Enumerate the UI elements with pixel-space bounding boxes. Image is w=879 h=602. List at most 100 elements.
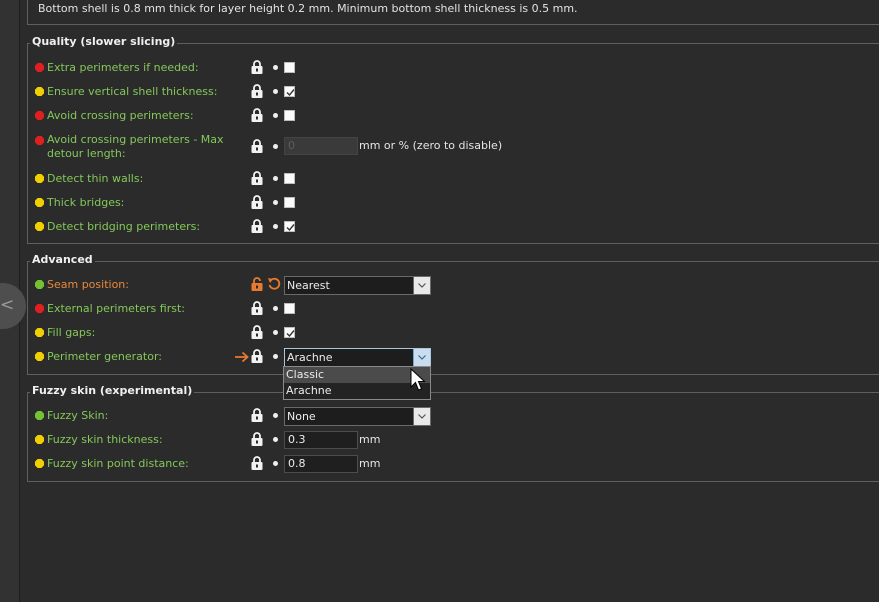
fuzzy-point-distance-unit: mm <box>359 457 381 470</box>
lock-icon[interactable] <box>251 139 263 153</box>
lock-icon[interactable] <box>251 432 263 446</box>
fill-gaps-checkbox[interactable] <box>284 327 295 338</box>
perimeter-generator-select[interactable]: Arachne <box>284 348 431 367</box>
sidebar-collapse-button[interactable]: < <box>0 283 26 329</box>
setting-label: Ensure vertical shell thickness: <box>47 85 218 98</box>
setting-label: Detect bridging perimeters: <box>47 220 201 233</box>
setting-label: Seam position: <box>47 278 129 291</box>
lock-icon[interactable] <box>251 84 263 98</box>
external-perimeters-first-checkbox[interactable] <box>284 303 295 314</box>
lock-icon[interactable] <box>251 408 263 422</box>
system-value-dot-icon[interactable] <box>273 144 278 149</box>
system-value-dot-icon[interactable] <box>273 224 278 229</box>
checkmark-icon <box>286 224 295 232</box>
yellow-dot-icon <box>35 328 44 337</box>
quality-group: Quality (slower slicing) Extra perimeter… <box>27 35 879 244</box>
lock-icon[interactable] <box>251 325 263 339</box>
green-dot-icon <box>35 280 44 289</box>
fuzzy-point-distance-input[interactable]: 0.8 <box>284 455 358 473</box>
lock-icon[interactable] <box>251 219 263 233</box>
extra-perimeters-checkbox[interactable] <box>284 62 295 73</box>
thick-bridges-checkbox[interactable] <box>284 197 295 208</box>
setting-row-fuzzy-thickness: Fuzzy skin thickness: 0.3 mm <box>28 430 879 450</box>
setting-label: Fuzzy skin thickness: <box>47 433 163 446</box>
setting-label: Detect thin walls: <box>47 172 144 185</box>
setting-label: Perimeter generator: <box>47 350 163 363</box>
setting-label: Avoid crossing perimeters: <box>47 109 194 122</box>
lock-icon[interactable] <box>251 301 263 315</box>
max-detour-input[interactable]: 0 <box>284 137 358 155</box>
setting-label: Fuzzy skin point distance: <box>47 457 189 470</box>
system-value-dot-icon[interactable] <box>273 306 278 311</box>
system-value-dot-icon[interactable] <box>273 176 278 181</box>
setting-label: Fuzzy Skin: <box>47 409 109 422</box>
setting-row-ensure-vertical-shell: Ensure vertical shell thickness: <box>28 83 879 103</box>
checkmark-icon <box>286 89 295 97</box>
system-value-dot-icon[interactable] <box>273 89 278 94</box>
yellow-dot-icon <box>35 459 44 468</box>
dropdown-option-classic[interactable]: Classic <box>284 367 430 383</box>
chevron-down-icon[interactable] <box>413 408 430 425</box>
red-dot-icon <box>35 111 44 120</box>
system-value-dot-icon[interactable] <box>273 437 278 442</box>
fuzzy-skin-select[interactable]: None <box>284 407 431 426</box>
undo-icon[interactable] <box>267 277 281 291</box>
chevron-down-icon[interactable] <box>413 349 430 366</box>
yellow-dot-icon <box>35 435 44 444</box>
system-value-dot-icon[interactable] <box>273 200 278 205</box>
checkmark-icon <box>286 330 295 338</box>
dropdown-option-arachne[interactable]: Arachne <box>284 383 430 399</box>
unlock-icon[interactable] <box>251 277 263 291</box>
chevron-left-icon: < <box>0 295 15 315</box>
advanced-group: Advanced Seam position: Nearest External… <box>27 253 879 375</box>
thin-walls-checkbox[interactable] <box>284 173 295 184</box>
setting-row-seam-position: Seam position: Nearest <box>28 275 879 295</box>
bridging-perimeters-checkbox[interactable] <box>284 221 295 232</box>
lock-icon[interactable] <box>251 456 263 470</box>
fuzzy-skin-value: None <box>287 410 316 423</box>
setting-row-perimeter-generator: Perimeter generator: Arachne <box>28 348 879 368</box>
lock-icon[interactable] <box>251 108 263 122</box>
setting-label-line1: Avoid crossing perimeters - Max <box>47 133 224 146</box>
seam-position-value: Nearest <box>287 279 330 292</box>
lock-icon[interactable] <box>251 171 263 185</box>
lock-icon[interactable] <box>251 349 263 363</box>
system-value-dot-icon[interactable] <box>273 113 278 118</box>
seam-position-select[interactable]: Nearest <box>284 276 431 295</box>
setting-row-thin-walls: Detect thin walls: <box>28 170 879 190</box>
system-value-dot-icon[interactable] <box>273 354 278 359</box>
ensure-vertical-shell-checkbox[interactable] <box>284 86 295 97</box>
setting-label: Fill gaps: <box>47 326 96 339</box>
yellow-dot-icon <box>35 222 44 231</box>
setting-row-extra-perimeters: Extra perimeters if needed: <box>28 59 879 79</box>
fuzzy-skin-group-title: Fuzzy skin (experimental) <box>30 384 195 397</box>
setting-row-external-perimeters-first: External perimeters first: <box>28 300 879 320</box>
green-dot-icon <box>35 411 44 420</box>
yellow-dot-icon <box>35 87 44 96</box>
setting-row-fuzzy-point-distance: Fuzzy skin point distance: 0.8 mm <box>28 454 879 474</box>
chevron-down-icon[interactable] <box>413 277 430 294</box>
yellow-dot-icon <box>35 174 44 183</box>
system-value-dot-icon[interactable] <box>273 413 278 418</box>
system-value-dot-icon[interactable] <box>273 65 278 70</box>
yellow-dot-icon <box>35 352 44 361</box>
setting-row-bridging-perimeters: Detect bridging perimeters: <box>28 218 879 238</box>
lock-icon[interactable] <box>251 60 263 74</box>
quality-group-title: Quality (slower slicing) <box>30 35 178 48</box>
perimeter-generator-value: Arachne <box>287 351 333 364</box>
system-value-dot-icon[interactable] <box>273 461 278 466</box>
red-dot-icon <box>35 304 44 313</box>
setting-row-max-detour: Avoid crossing perimeters - Max detour l… <box>28 131 879 165</box>
advanced-group-title: Advanced <box>30 253 95 266</box>
bottom-shell-note: Bottom shell is 0.8 mm thick for layer h… <box>38 2 578 15</box>
setting-label: Extra perimeters if needed: <box>47 61 199 74</box>
lock-icon[interactable] <box>251 195 263 209</box>
avoid-crossing-checkbox[interactable] <box>284 110 295 121</box>
fuzzy-thickness-unit: mm <box>359 433 381 446</box>
max-detour-unit: mm or % (zero to disable) <box>359 139 503 152</box>
perimeter-generator-dropdown: Classic Arachne <box>283 366 431 400</box>
system-value-dot-icon[interactable] <box>273 330 278 335</box>
fuzzy-thickness-input[interactable]: 0.3 <box>284 431 358 449</box>
setting-row-thick-bridges: Thick bridges: <box>28 194 879 214</box>
setting-row-avoid-crossing: Avoid crossing perimeters: <box>28 107 879 127</box>
